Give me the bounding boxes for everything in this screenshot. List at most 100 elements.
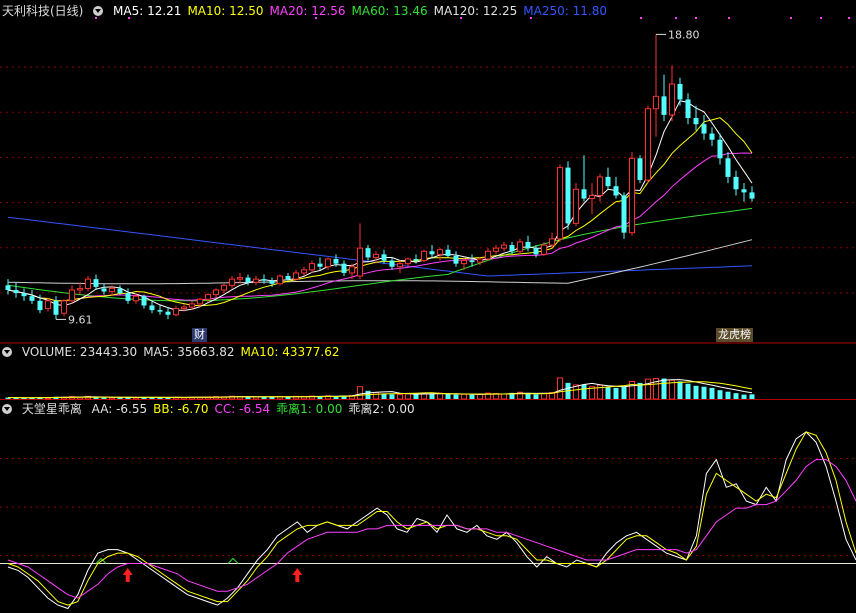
candle-body-up: [205, 294, 211, 300]
candle-body-up: [293, 272, 299, 280]
volume-bar-down: [469, 394, 475, 399]
volume-bar-down: [525, 393, 531, 399]
candle-body-down: [741, 189, 747, 193]
candle-body-up: [277, 275, 283, 285]
volume-bar-down: [533, 394, 539, 399]
candle-body-down: [269, 280, 275, 284]
price-header: 天利科技(日线) MA5: 12.21 MA10: 12.50 MA20: 12.5…: [2, 3, 619, 19]
volume-bar-down: [725, 391, 731, 399]
volume-bar-down: [733, 393, 739, 399]
candle-body-down: [141, 296, 147, 306]
candle-body-up: [517, 241, 523, 252]
indicator-label: MA20: 12.56: [269, 4, 346, 18]
volume-bar-up: [541, 392, 547, 400]
candle-body-down: [581, 189, 587, 199]
candle-body-up: [541, 244, 547, 255]
buy-arrow-icon: [122, 568, 133, 582]
volume-panel: VOLUME: 23443.30 MA5: 35663.82 MA10: 43377…: [0, 344, 856, 400]
dropdown-circle-icon[interactable]: [2, 404, 12, 414]
volume-bar-down: [445, 394, 451, 399]
candle-body-down: [333, 259, 339, 264]
volume-bar-down: [701, 386, 707, 399]
candle-body-up: [653, 95, 659, 110]
candle-body-down: [389, 260, 395, 267]
volume-bar-down: [741, 394, 747, 399]
volume-bar-up: [645, 378, 651, 400]
volume-bar-down: [613, 387, 619, 399]
candle-body-up: [221, 284, 227, 291]
indicator-label: BB: -6.70: [153, 402, 209, 416]
candle-body-down: [605, 176, 611, 187]
indicator-label: MA10: 12.50: [187, 4, 264, 18]
candle-body-down: [21, 293, 27, 297]
oscillator-title: 天堂星乖离: [21, 402, 82, 416]
signal-dot: [675, 17, 677, 19]
badge-lhb[interactable]: 龙虎榜: [716, 328, 753, 342]
oscillator-chart: [0, 431, 856, 610]
candle-body-up: [501, 244, 507, 249]
candle-body-up: [493, 247, 499, 252]
candle-body-up: [189, 303, 195, 308]
volume-bar-up: [477, 393, 483, 400]
dropdown-circle-icon[interactable]: [2, 347, 12, 357]
candle-body-up: [557, 167, 563, 240]
candle-body-up: [61, 300, 67, 314]
candle-body-down: [381, 254, 387, 261]
volume-bar-down: [709, 387, 715, 399]
candle-body-down: [37, 300, 43, 311]
candle-body-down: [341, 263, 347, 273]
volume-bar-up: [461, 393, 467, 400]
candle-body-up: [77, 287, 83, 291]
candle-body-up: [85, 278, 91, 289]
candle-body-up: [589, 194, 595, 200]
candle-body-up: [197, 298, 203, 305]
dropdown-circle-icon[interactable]: [93, 6, 104, 16]
volume-bar-up: [373, 392, 379, 400]
indicator-label: MA10: 43377.62: [240, 345, 340, 359]
candle-body-up: [173, 308, 179, 316]
candle-body-up: [69, 289, 75, 302]
volume-bar-up: [109, 397, 115, 400]
indicator-label: 乖离1: 0.00: [276, 402, 343, 416]
candle-body-up: [405, 258, 411, 265]
candle-body-down: [661, 96, 667, 115]
badge-cai[interactable]: 财: [192, 328, 207, 342]
oscillator-panel: 天堂星乖离 AA: -6.55 BB: -6.70 CC: -6.54 乖离1: 0.…: [0, 400, 856, 613]
candlestick-chart: 18.80 9.61: [0, 17, 856, 344]
candle-body-down: [637, 158, 643, 180]
volume-bar-down: [693, 385, 699, 399]
indicator-label: MA5: 35663.82: [143, 345, 235, 359]
volume-header: VOLUME: 23443.30 MA5: 35663.82 MA10: 43377…: [2, 344, 351, 360]
ma10-line: [7, 117, 753, 307]
candle-body-up: [597, 176, 603, 196]
candle-body-down: [565, 167, 571, 224]
candle-body-down: [453, 255, 459, 264]
volume-bar-up: [557, 377, 563, 400]
candle-body-down: [149, 305, 155, 311]
candle-body-down: [245, 277, 251, 283]
candle-body-up: [253, 278, 259, 283]
candle-body-up: [669, 83, 675, 116]
candle-body-down: [285, 276, 291, 280]
candle-body-down: [261, 279, 267, 281]
candle-body-down: [525, 241, 531, 249]
indicator-label: VOLUME: 23443.30: [21, 345, 138, 359]
volume-bar-down: [661, 378, 667, 399]
oscillator-cc-line: [7, 459, 856, 599]
volume-bar-down: [101, 397, 107, 399]
candle-body-down: [621, 195, 627, 233]
candle-body-up: [109, 287, 115, 293]
signal-dot: [848, 17, 850, 19]
price-panel: 天利科技(日线) MA5: 12.21 MA10: 12.50 MA20: 12.5…: [0, 0, 856, 344]
candle-body-down: [165, 311, 171, 315]
volume-bar-down: [389, 394, 395, 399]
candle-body-down: [733, 176, 739, 190]
divergence-marker: [227, 557, 239, 564]
candle-body-down: [701, 124, 707, 134]
oscillator-indicator-list: AA: -6.55 BB: -6.70 CC: -6.54 乖离1: 0.00 乖离2:…: [92, 402, 421, 416]
candle-body-up: [325, 258, 331, 268]
volume-bar-down: [677, 381, 683, 399]
indicator-label: MA250: 11.80: [523, 4, 607, 18]
volume-bar-down: [581, 384, 587, 399]
indicator-label: MA5: 12.21: [113, 4, 182, 18]
